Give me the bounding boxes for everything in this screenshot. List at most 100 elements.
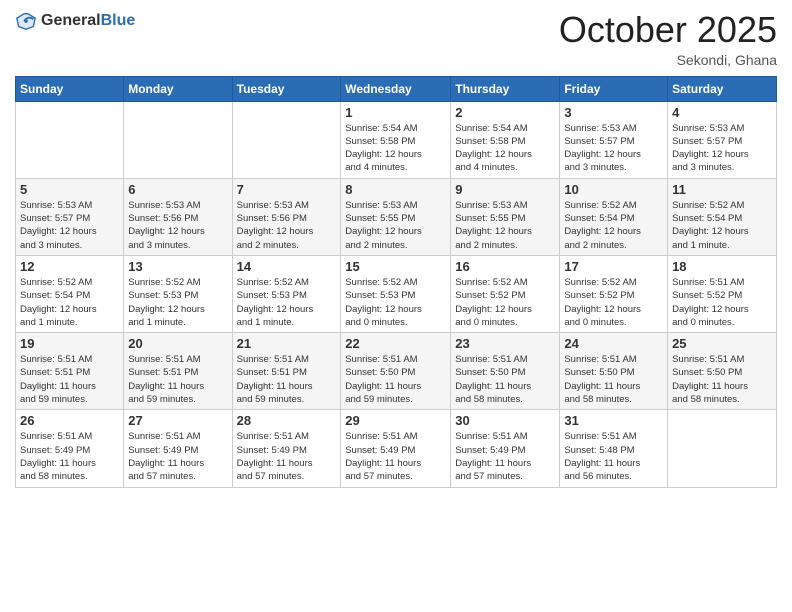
day-info: Sunrise: 5:53 AM Sunset: 5:55 PM Dayligh… — [345, 199, 446, 252]
day-number: 8 — [345, 182, 446, 197]
day-number: 31 — [564, 413, 663, 428]
day-number: 21 — [237, 336, 337, 351]
day-number: 6 — [128, 182, 227, 197]
day-number: 9 — [455, 182, 555, 197]
day-number: 1 — [345, 105, 446, 120]
page: GeneralBlue October 2025 Sekondi, Ghana … — [0, 0, 792, 612]
day-number: 10 — [564, 182, 663, 197]
calendar-cell: 26Sunrise: 5:51 AM Sunset: 5:49 PM Dayli… — [16, 410, 124, 487]
calendar-header-row: SundayMondayTuesdayWednesdayThursdayFrid… — [16, 76, 777, 101]
day-info: Sunrise: 5:53 AM Sunset: 5:56 PM Dayligh… — [237, 199, 337, 252]
logo-text: GeneralBlue — [41, 11, 135, 30]
day-info: Sunrise: 5:52 AM Sunset: 5:54 PM Dayligh… — [20, 276, 119, 329]
day-info: Sunrise: 5:52 AM Sunset: 5:52 PM Dayligh… — [455, 276, 555, 329]
calendar-cell: 7 Sunrise: 5:53 AM Sunset: 5:56 PM Daylig… — [232, 178, 341, 255]
day-info: Sunrise: 5:51 AM Sunset: 5:49 PM Dayligh… — [20, 430, 119, 483]
calendar-cell: 27Sunrise: 5:51 AM Sunset: 5:49 PM Dayli… — [124, 410, 232, 487]
day-info: Sunrise: 5:51 AM Sunset: 5:51 PM Dayligh… — [20, 353, 119, 406]
logo-icon — [15, 10, 37, 32]
calendar-cell: 22 Sunrise: 5:51 AM Sunset: 5:50 PM Dayli… — [341, 333, 451, 410]
day-info: Sunrise: 5:51 AM Sunset: 5:51 PM Dayligh… — [237, 353, 337, 406]
day-info: Sunrise: 5:53 AM Sunset: 5:56 PM Dayligh… — [128, 199, 227, 252]
calendar-cell: 8 Sunrise: 5:53 AM Sunset: 5:55 PM Daylig… — [341, 178, 451, 255]
calendar-cell: 12 Sunrise: 5:52 AM Sunset: 5:54 PM Dayli… — [16, 255, 124, 332]
day-info: Sunrise: 5:53 AM Sunset: 5:55 PM Dayligh… — [455, 199, 555, 252]
day-info: Sunrise: 5:53 AM Sunset: 5:57 PM Dayligh… — [672, 122, 772, 175]
day-number: 15 — [345, 259, 446, 274]
calendar-cell: 23 Sunrise: 5:51 AM Sunset: 5:50 PM Dayli… — [451, 333, 560, 410]
day-number: 3 — [564, 105, 663, 120]
day-number: 18 — [672, 259, 772, 274]
day-number: 13 — [128, 259, 227, 274]
calendar-cell: 21 Sunrise: 5:51 AM Sunset: 5:51 PM Dayli… — [232, 333, 341, 410]
calendar-cell: 15Sunrise: 5:52 AM Sunset: 5:53 PM Dayli… — [341, 255, 451, 332]
calendar-cell: 25Sunrise: 5:51 AM Sunset: 5:50 PM Dayli… — [668, 333, 777, 410]
calendar-cell: 17Sunrise: 5:52 AM Sunset: 5:52 PM Dayli… — [560, 255, 668, 332]
calendar-cell — [668, 410, 777, 487]
calendar-cell: 10 Sunrise: 5:52 AM Sunset: 5:54 PM Dayli… — [560, 178, 668, 255]
day-number: 11 — [672, 182, 772, 197]
calendar-header-tuesday: Tuesday — [232, 76, 341, 101]
day-info: Sunrise: 5:51 AM Sunset: 5:49 PM Dayligh… — [237, 430, 337, 483]
calendar-cell — [16, 101, 124, 178]
day-info: Sunrise: 5:51 AM Sunset: 5:52 PM Dayligh… — [672, 276, 772, 329]
calendar-cell: 18 Sunrise: 5:51 AM Sunset: 5:52 PM Dayli… — [668, 255, 777, 332]
calendar-week-row: 12 Sunrise: 5:52 AM Sunset: 5:54 PM Dayli… — [16, 255, 777, 332]
calendar-cell: 3 Sunrise: 5:53 AM Sunset: 5:57 PM Daylig… — [560, 101, 668, 178]
calendar-cell: 4 Sunrise: 5:53 AM Sunset: 5:57 PM Daylig… — [668, 101, 777, 178]
calendar-header-friday: Friday — [560, 76, 668, 101]
day-number: 22 — [345, 336, 446, 351]
day-number: 4 — [672, 105, 772, 120]
day-number: 23 — [455, 336, 555, 351]
day-number: 25 — [672, 336, 772, 351]
calendar-cell: 30Sunrise: 5:51 AM Sunset: 5:49 PM Dayli… — [451, 410, 560, 487]
day-number: 2 — [455, 105, 555, 120]
day-info: Sunrise: 5:52 AM Sunset: 5:54 PM Dayligh… — [672, 199, 772, 252]
day-info: Sunrise: 5:54 AM Sunset: 5:58 PM Dayligh… — [455, 122, 555, 175]
day-info: Sunrise: 5:54 AM Sunset: 5:58 PM Dayligh… — [345, 122, 446, 175]
day-info: Sunrise: 5:51 AM Sunset: 5:49 PM Dayligh… — [455, 430, 555, 483]
day-info: Sunrise: 5:51 AM Sunset: 5:49 PM Dayligh… — [345, 430, 446, 483]
calendar-cell: 5 Sunrise: 5:53 AM Sunset: 5:57 PM Daylig… — [16, 178, 124, 255]
day-info: Sunrise: 5:51 AM Sunset: 5:51 PM Dayligh… — [128, 353, 227, 406]
day-info: Sunrise: 5:52 AM Sunset: 5:54 PM Dayligh… — [564, 199, 663, 252]
calendar-cell: 29 Sunrise: 5:51 AM Sunset: 5:49 PM Dayli… — [341, 410, 451, 487]
calendar-cell: 11 Sunrise: 5:52 AM Sunset: 5:54 PM Dayli… — [668, 178, 777, 255]
day-number: 12 — [20, 259, 119, 274]
day-number: 24 — [564, 336, 663, 351]
calendar-cell — [124, 101, 232, 178]
calendar-cell: 24Sunrise: 5:51 AM Sunset: 5:50 PM Dayli… — [560, 333, 668, 410]
day-number: 20 — [128, 336, 227, 351]
day-number: 19 — [20, 336, 119, 351]
day-info: Sunrise: 5:51 AM Sunset: 5:50 PM Dayligh… — [455, 353, 555, 406]
day-info: Sunrise: 5:52 AM Sunset: 5:53 PM Dayligh… — [128, 276, 227, 329]
calendar-week-row: 5 Sunrise: 5:53 AM Sunset: 5:57 PM Daylig… — [16, 178, 777, 255]
day-number: 5 — [20, 182, 119, 197]
location: Sekondi, Ghana — [559, 52, 777, 68]
calendar-cell: 13 Sunrise: 5:52 AM Sunset: 5:53 PM Dayli… — [124, 255, 232, 332]
header: GeneralBlue October 2025 Sekondi, Ghana — [15, 10, 777, 68]
day-info: Sunrise: 5:52 AM Sunset: 5:52 PM Dayligh… — [564, 276, 663, 329]
day-number: 7 — [237, 182, 337, 197]
day-number: 14 — [237, 259, 337, 274]
calendar-week-row: 26Sunrise: 5:51 AM Sunset: 5:49 PM Dayli… — [16, 410, 777, 487]
day-info: Sunrise: 5:53 AM Sunset: 5:57 PM Dayligh… — [20, 199, 119, 252]
calendar-header-monday: Monday — [124, 76, 232, 101]
calendar-cell: 19 Sunrise: 5:51 AM Sunset: 5:51 PM Dayli… — [16, 333, 124, 410]
calendar-cell: 14 Sunrise: 5:52 AM Sunset: 5:53 PM Dayli… — [232, 255, 341, 332]
day-info: Sunrise: 5:52 AM Sunset: 5:53 PM Dayligh… — [237, 276, 337, 329]
day-info: Sunrise: 5:53 AM Sunset: 5:57 PM Dayligh… — [564, 122, 663, 175]
title-area: October 2025 Sekondi, Ghana — [559, 10, 777, 68]
calendar-cell: 1 Sunrise: 5:54 AM Sunset: 5:58 PM Daylig… — [341, 101, 451, 178]
logo-blue: Blue — [101, 12, 136, 29]
logo-general: General — [41, 12, 101, 29]
day-number: 29 — [345, 413, 446, 428]
calendar-cell: 31Sunrise: 5:51 AM Sunset: 5:48 PM Dayli… — [560, 410, 668, 487]
calendar-header-sunday: Sunday — [16, 76, 124, 101]
day-info: Sunrise: 5:51 AM Sunset: 5:50 PM Dayligh… — [345, 353, 446, 406]
day-info: Sunrise: 5:51 AM Sunset: 5:49 PM Dayligh… — [128, 430, 227, 483]
calendar: SundayMondayTuesdayWednesdayThursdayFrid… — [15, 76, 777, 488]
logo: GeneralBlue — [15, 10, 135, 32]
day-number: 28 — [237, 413, 337, 428]
calendar-cell — [232, 101, 341, 178]
